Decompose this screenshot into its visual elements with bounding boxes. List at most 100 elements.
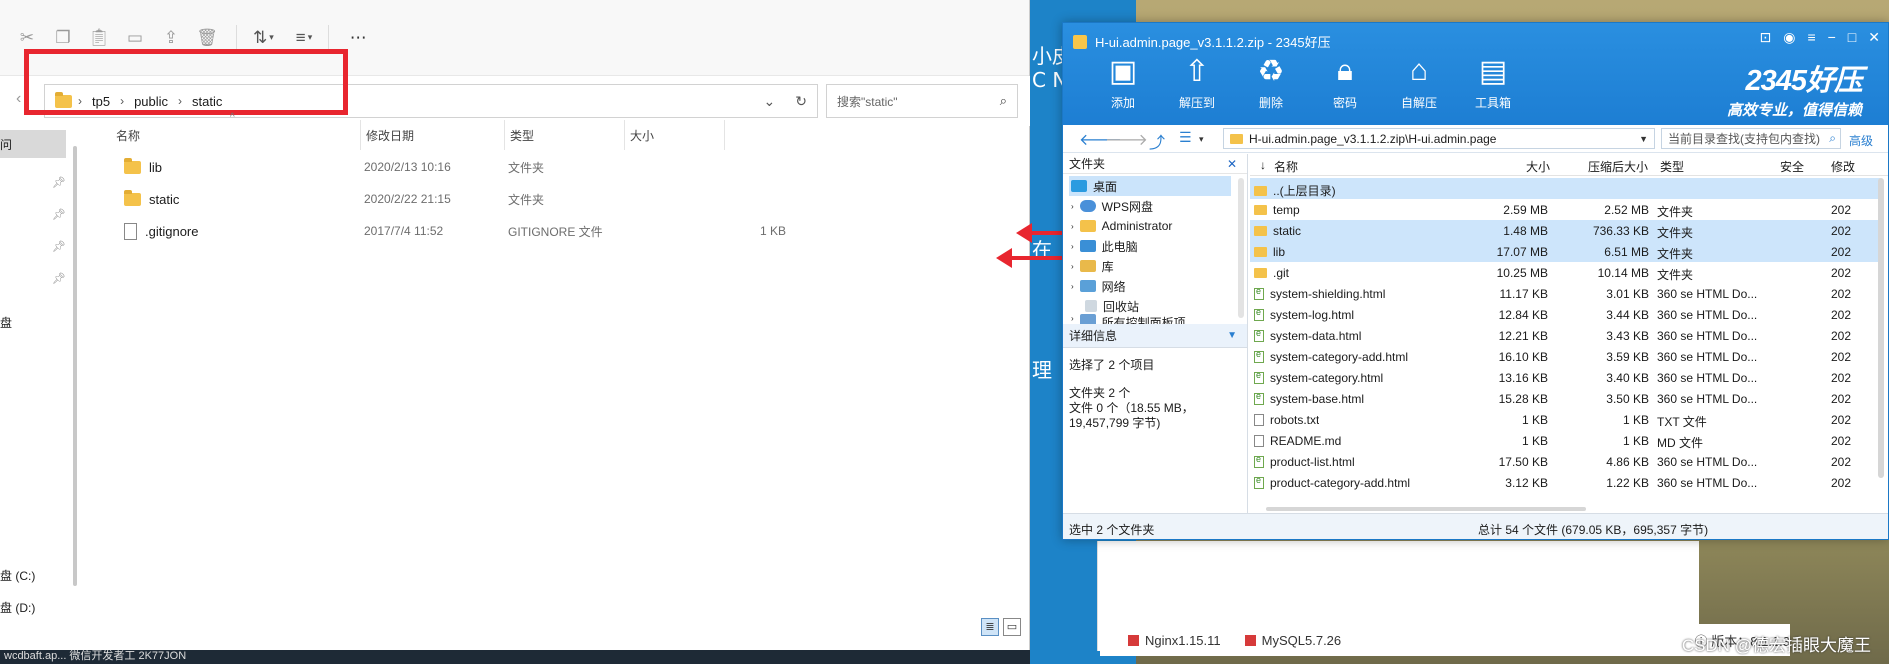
chevron-down-icon[interactable]: ▾ (1199, 134, 1204, 145)
archive-path: H-ui.admin.page_v3.1.1.2.zip\H-ui.admin.… (1249, 131, 1497, 146)
more-options-icon[interactable]: ⋯ (345, 25, 371, 51)
self-extract-button[interactable]: ⌂ 自解压 (1383, 53, 1455, 111)
nginx-label: Nginx1.15.11 (1145, 632, 1221, 648)
archive-compressed-size: 2.52 MB (1604, 203, 1649, 217)
nav-item-drive[interactable]: 盘 (0, 314, 12, 331)
archive-row[interactable]: robots.txt 1 KB 1 KB TXT 文件 202 (1250, 409, 1880, 430)
address-dropdown-icon[interactable]: ⌄ (764, 93, 776, 110)
copy-icon[interactable]: ❐ (50, 25, 76, 51)
file-row[interactable]: lib 2020/2/13 10:16 文件夹 (100, 152, 820, 182)
archive-row[interactable]: system-log.html 12.84 KB 3.44 KB 360 se HTM… (1250, 304, 1880, 325)
chevron-down-icon[interactable]: ▼ (1227, 330, 1237, 341)
skin-icon[interactable]: ◉ (1783, 29, 1795, 46)
up-folder-icon[interactable]: ⤴ (1149, 129, 1165, 153)
minimize-icon[interactable]: − (1828, 29, 1836, 46)
column-header-security[interactable]: 安全 (1780, 158, 1804, 175)
column-header-name[interactable]: 名称 (100, 120, 360, 150)
refresh-icon[interactable]: ↻ (795, 93, 807, 110)
tree-item-network[interactable]: › 网络 (1071, 276, 1126, 296)
file-row[interactable]: .gitignore 2017/7/4 11:52 GITIGNORE 文件 1… (100, 216, 820, 246)
folder-icon (1230, 133, 1243, 144)
cut-icon[interactable]: ✂ (14, 25, 40, 51)
details-header[interactable]: 详细信息 ▼ (1063, 324, 1247, 348)
archive-row[interactable]: system-category-add.html 16.10 KB 3.59 KB 3… (1250, 346, 1880, 367)
tree-item-administrator[interactable]: › Administrator (1071, 216, 1172, 236)
view-button[interactable]: ≡ ▾ (296, 28, 312, 48)
delete-button[interactable]: ♻ 删除 (1235, 53, 1307, 111)
archive-row-name: system-base.html (1254, 392, 1364, 406)
archive-row[interactable]: lib 17.07 MB 6.51 MB 文件夹 202 (1250, 241, 1880, 262)
column-header-size[interactable]: 大小 (1526, 158, 1550, 175)
tree-item-desktop[interactable]: 桌面 (1069, 176, 1231, 196)
archive-file-size: 3.12 KB (1505, 476, 1548, 490)
chevron-down-icon[interactable]: ▼ (1639, 134, 1648, 144)
password-button[interactable]: 🔒︎ 密码 (1309, 53, 1381, 111)
archive-path-bar[interactable]: H-ui.admin.page_v3.1.1.2.zip\H-ui.admin.… (1223, 128, 1655, 149)
nav-item-quick-access[interactable]: 问 (0, 136, 12, 153)
archive-horizontal-scrollbar[interactable] (1266, 507, 1586, 511)
html-file-icon (1254, 350, 1264, 363)
tree-item-library[interactable]: › 库 (1071, 256, 1114, 276)
nav-item-drive-d[interactable]: 盘 (D:) (0, 599, 35, 616)
tree-item-this-pc[interactable]: › 此电脑 (1071, 236, 1138, 256)
archive-row[interactable]: system-category.html 13.16 KB 3.40 KB 360 s… (1250, 367, 1880, 388)
archive-row[interactable]: ..(上层目录) (1250, 178, 1880, 199)
chevron-down-icon: ▾ (307, 32, 313, 42)
search-input[interactable]: 搜索"static" ⌕ (826, 84, 1018, 118)
details-view-icon[interactable]: ≣ (981, 618, 999, 636)
archive-row[interactable]: README.md 1 KB 1 KB MD 文件 202 (1250, 430, 1880, 451)
column-header-type[interactable]: 类型 (504, 120, 624, 150)
column-header-modified[interactable]: 修改 (1831, 158, 1855, 175)
view-mode-icon[interactable]: ☰ (1179, 129, 1192, 146)
tree-item-recycle-bin[interactable]: 回收站 (1085, 296, 1139, 316)
archive-row[interactable]: product-list.html 17.50 KB 4.86 KB 360 se H… (1250, 451, 1880, 472)
archive-row[interactable]: system-data.html 12.21 KB 3.43 KB 360 se HT… (1250, 325, 1880, 346)
pin-icon: 📌︎ (52, 177, 66, 189)
up-arrow-icon[interactable]: ‹ (16, 90, 21, 108)
tool-label: 自解压 (1400, 96, 1437, 110)
forward-arrow-icon[interactable]: 🡒 (1105, 129, 1148, 150)
column-header-size[interactable]: 大小 (624, 120, 724, 150)
nav-item-drive-c[interactable]: 盘 (C:) (0, 567, 35, 584)
rename-icon[interactable]: ▭ (122, 25, 148, 51)
column-header-type[interactable]: 类型 (1660, 158, 1684, 175)
archive-row-name: .git (1254, 266, 1289, 280)
nav-scrollbar[interactable] (73, 146, 77, 586)
tree-item-wps[interactable]: › WPS网盘 (1071, 196, 1153, 216)
archive-row[interactable]: temp 2.59 MB 2.52 MB 文件夹 202 (1250, 199, 1880, 220)
archive-row[interactable]: system-base.html 15.28 KB 3.50 KB 360 se HT… (1250, 388, 1880, 409)
archive-file-type: 360 se HTML Do... (1657, 476, 1758, 490)
toolbox-button[interactable]: ▤ 工具箱 (1457, 53, 1529, 111)
close-icon[interactable]: ✕ (1868, 29, 1880, 46)
menu-icon[interactable]: ≡ (1807, 29, 1815, 46)
large-icons-view-icon[interactable]: ▭ (1003, 618, 1021, 636)
maximize-icon[interactable]: □ (1848, 29, 1856, 46)
archive-row[interactable]: product-category-add.html 3.12 KB 1.22 KB 3… (1250, 472, 1880, 493)
archive-row[interactable]: .git 10.25 MB 10.14 MB 文件夹 202 (1250, 262, 1880, 283)
sort-button[interactable]: ⇅ ▾ (253, 28, 274, 48)
paste-icon[interactable]: 📋︎ (86, 25, 112, 51)
column-header-date[interactable]: 修改日期 (360, 120, 506, 150)
feedback-icon[interactable]: ⊡ (1759, 29, 1771, 46)
file-name: lib (149, 159, 163, 175)
file-row[interactable]: static 2020/2/22 21:15 文件夹 (100, 184, 820, 214)
tree-scrollbar[interactable] (1238, 178, 1244, 318)
archive-file-date: 202 (1831, 434, 1852, 448)
share-icon[interactable]: ⇪ (158, 25, 184, 51)
advanced-search-link[interactable]: 高级 (1849, 132, 1873, 149)
archive-search-input[interactable]: 当前目录查找(支持包内查找) ⌕ (1661, 128, 1841, 149)
archive-vertical-scrollbar[interactable] (1878, 178, 1884, 478)
column-header-compressed[interactable]: 压缩后大小 (1588, 158, 1648, 175)
archive-row[interactable]: static 1.48 MB 736.33 KB 文件夹 202 (1250, 220, 1880, 241)
close-icon[interactable]: ✕ (1227, 157, 1237, 171)
extract-to-button[interactable]: ⇧ 解压到 (1161, 53, 1233, 111)
delete-icon[interactable]: 🗑︎ (194, 25, 220, 51)
archive-file-size: 1 KB (1521, 434, 1548, 448)
column-header-name[interactable]: 名称 (1274, 158, 1298, 175)
add-button[interactable]: ▣ 添加 (1087, 53, 1159, 111)
tree-label: 桌面 (1093, 179, 1118, 194)
archive-row[interactable]: system-shielding.html 11.17 KB 3.01 KB 360 … (1250, 283, 1880, 304)
archive-compressed-size: 3.01 KB (1606, 287, 1649, 301)
expand-arrow-icon: › (1071, 201, 1074, 211)
search-placeholder: 搜索"static" (837, 94, 898, 109)
